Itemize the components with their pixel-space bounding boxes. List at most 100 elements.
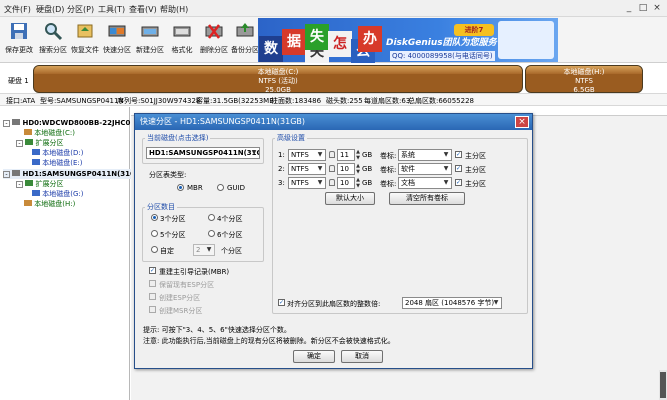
tree-item-e[interactable]: 本地磁盘(E:) <box>32 158 82 168</box>
row3-unit: GB <box>362 179 373 187</box>
row1-label-select[interactable]: 系统 ▼ <box>398 149 452 161</box>
tree-item-ext0-label: 扩展分区 <box>35 139 64 147</box>
mbr-radio[interactable] <box>177 184 184 191</box>
tree-item-e-label: 本地磁盘(E:) <box>42 159 83 167</box>
align-checkbox[interactable]: ✓ <box>278 299 285 306</box>
current-disk-title: 当前磁盘(点击选择) <box>145 133 211 143</box>
row3-number: 3: <box>278 179 285 187</box>
row2-fs-select[interactable]: NTFS ▼ <box>288 163 326 175</box>
chevron-down-icon: ▼ <box>443 165 449 172</box>
minimize-button[interactable]: _ <box>623 2 635 14</box>
recover-files-label: 恢复文件 <box>71 46 99 54</box>
table-type-label: 分区表类型: <box>149 171 187 179</box>
info-cylinders: 柱面数:183486 <box>271 97 322 105</box>
lock-icon[interactable] <box>329 179 335 186</box>
create-msr-label: 创建MSR分区 <box>159 307 203 315</box>
delete-partition-button[interactable]: 删除分区 <box>197 19 231 61</box>
keep-esp-checkbox[interactable] <box>149 280 156 287</box>
hint-text: 提示: 可按下"3、4、5、6"快速选择分区个数。 <box>143 326 291 334</box>
new-partition-button[interactable]: 新建分区 <box>133 19 167 61</box>
clear-labels-button[interactable]: 清空所有卷标 <box>389 192 465 205</box>
current-disk-select[interactable]: HD1:SAMSUNGSP0411N(31GB) ▼ <box>146 147 260 159</box>
banner-badge: 进阶7 <box>454 24 494 36</box>
tree-item-hd1[interactable]: - HD1:SAMSUNGSP0411N(31GB) <box>3 169 145 179</box>
row3-fs-select[interactable]: NTFS ▼ <box>288 177 326 189</box>
count-4-radio[interactable] <box>208 214 215 221</box>
rebuild-mbr-checkbox[interactable]: ✓ <box>149 267 156 274</box>
quick-partition-label: 快速分区 <box>103 46 131 54</box>
menu-partition[interactable]: 分区(P) <box>67 4 94 15</box>
tree-item-d[interactable]: 本地磁盘(D:) <box>32 148 83 158</box>
vertical-scrollbar[interactable] <box>659 370 667 400</box>
align-label: 对齐分区到此扇区数的整数倍: <box>287 300 381 308</box>
menu-disk[interactable]: 硬盘(D) <box>36 4 64 15</box>
row2-unit: GB <box>362 165 373 173</box>
lock-icon[interactable] <box>329 151 335 158</box>
menu-help[interactable]: 帮助(H) <box>160 4 188 15</box>
tree-item-h[interactable]: 本地磁盘(H:) <box>24 199 75 209</box>
guid-radio[interactable] <box>217 184 224 191</box>
close-window-button[interactable]: × <box>651 2 663 14</box>
menu-file[interactable]: 文件(F) <box>4 4 31 15</box>
disk-map: 硬盘 1 本地磁盘(C:) NTFS (活动) 25.0GB 本地磁盘(H:) … <box>0 63 667 94</box>
tree-item-c-label: 本地磁盘(C:) <box>34 129 75 137</box>
partition-h-bar[interactable]: 本地磁盘(H:) NTFS 6.5GB <box>525 65 643 94</box>
row2-primary-checkbox[interactable]: ✓ <box>455 165 462 172</box>
dialog-close-button[interactable]: × <box>515 116 529 128</box>
row1-label-caption: 卷标: <box>380 152 397 160</box>
row2-size-spinner[interactable]: ▲ ▼ <box>355 163 361 175</box>
menu-view[interactable]: 查看(V) <box>129 4 157 15</box>
create-esp-checkbox[interactable] <box>149 293 156 300</box>
row1-size-input[interactable]: 11 <box>337 149 355 161</box>
custom-count-radio[interactable] <box>151 246 158 253</box>
row1-primary-checkbox[interactable]: ✓ <box>455 151 462 158</box>
count-5-radio[interactable] <box>151 230 158 237</box>
advanced-title: 高级设置 <box>275 133 307 143</box>
backup-partition-button[interactable]: 备份分区 <box>228 19 262 61</box>
create-msr-checkbox[interactable] <box>149 306 156 313</box>
row2-label-select[interactable]: 软件 ▼ <box>398 163 452 175</box>
row2-size-input[interactable]: 10 <box>337 163 355 175</box>
scrollbar-thumb[interactable] <box>660 372 666 398</box>
row3-primary-checkbox[interactable]: ✓ <box>455 179 462 186</box>
search-partition-button[interactable]: 搜索分区 <box>36 19 70 61</box>
quick-partition-button[interactable]: 快速分区 <box>100 19 134 61</box>
tree-item-ext1[interactable]: - 扩展分区 <box>16 179 63 189</box>
recover-files-button[interactable]: 恢复文件 <box>68 19 102 61</box>
align-value: 2048 扇区 (1048576 字节) <box>405 299 495 307</box>
tree-item-h-label: 本地磁盘(H:) <box>34 200 76 208</box>
banner-char: 数 <box>259 36 283 62</box>
count-3-radio[interactable] <box>151 214 158 221</box>
tree-item-c[interactable]: 本地磁盘(C:) <box>24 128 75 138</box>
delete-partition-icon <box>205 24 223 39</box>
custom-count-suffix: 个分区 <box>221 247 242 255</box>
tree-item-ext0[interactable]: - 扩展分区 <box>16 138 63 148</box>
format-button[interactable]: 格式化 <box>165 19 199 61</box>
save-changes-button[interactable]: 保存更改 <box>2 19 36 61</box>
partition-c-bar[interactable]: 本地磁盘(C:) NTFS (活动) 25.0GB <box>33 65 523 94</box>
tree-item-d-label: 本地磁盘(D:) <box>42 149 84 157</box>
maximize-button[interactable]: □ <box>637 2 649 14</box>
quick-partition-dialog: 快速分区 - HD1:SAMSUNGSP0411N(31GB) × 当前磁盘(点… <box>134 113 533 369</box>
custom-count-select[interactable]: 2 ▼ <box>193 244 215 256</box>
chevron-down-icon: ▼ <box>317 165 323 172</box>
menu-tools[interactable]: 工具(T) <box>98 4 125 15</box>
count-6-radio[interactable] <box>208 230 215 237</box>
row1-fs-value: NTFS <box>291 151 309 159</box>
lock-icon[interactable] <box>329 165 335 172</box>
row3-size-spinner[interactable]: ▲ ▼ <box>355 177 361 189</box>
partition-count-title: 分区数目 <box>145 202 177 212</box>
save-changes-label: 保存更改 <box>5 46 33 54</box>
align-select[interactable]: 2048 扇区 (1048576 字节) ▼ <box>402 297 502 309</box>
row1-fs-select[interactable]: NTFS ▼ <box>288 149 326 161</box>
row3-label-select[interactable]: 文档 ▼ <box>398 177 452 189</box>
cancel-button[interactable]: 取消 <box>341 350 383 363</box>
disk-info-bar: 接口:ATA 型号:SAMSUNGSP0411N 序列号:S01JJ30W974… <box>0 93 667 106</box>
row1-size-spinner[interactable]: ▲ ▼ <box>355 149 361 161</box>
row1-label-value: 系统 <box>401 151 415 159</box>
tree-item-g[interactable]: 本地磁盘(G:) <box>32 189 83 199</box>
ok-button[interactable]: 确定 <box>293 350 335 363</box>
row3-size-input[interactable]: 10 <box>337 177 355 189</box>
backup-icon <box>236 23 254 37</box>
default-size-button[interactable]: 默认大小 <box>325 192 375 205</box>
